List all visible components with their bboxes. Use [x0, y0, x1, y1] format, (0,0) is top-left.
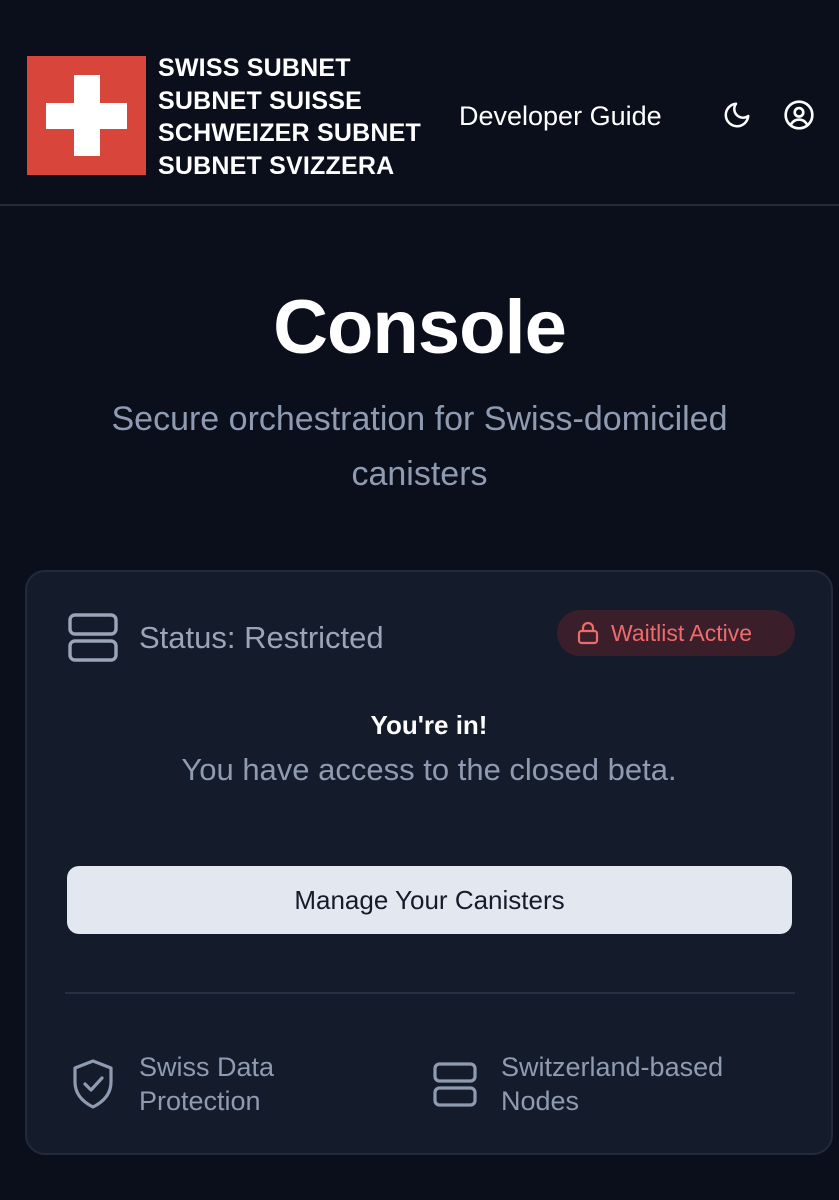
- feature-label-line: Switzerland-based: [501, 1052, 724, 1082]
- moon-icon: [724, 102, 750, 128]
- brand-name[interactable]: SWISS SUBNET SUBNET SUISSE SCHWEIZER SUB…: [158, 52, 448, 182]
- developer-guide-link[interactable]: Developer Guide: [459, 99, 662, 133]
- feature-label: Switzerland-based Nodes: [501, 1050, 781, 1118]
- access-headline: You're in!: [370, 710, 488, 740]
- waitlist-badge: Waitlist Active: [557, 610, 795, 656]
- brand-line-german: SCHWEIZER SUBNET: [158, 119, 421, 147]
- feature-label: Swiss Data Protection: [139, 1050, 419, 1118]
- status-card: Status: Restricted Waitlist Active You'r…: [25, 570, 833, 1155]
- feature-label-line: Swiss Data: [139, 1052, 275, 1082]
- flag-cross-vertical: [74, 75, 100, 156]
- page: SWISS SUBNET SUBNET SUISSE SCHWEIZER SUB…: [0, 0, 839, 1200]
- status-label: Status: Restricted: [139, 620, 384, 655]
- feature-label-line: Nodes: [501, 1086, 580, 1116]
- site-header: SWISS SUBNET SUBNET SUISSE SCHWEIZER SUB…: [0, 0, 839, 206]
- brand-line-french: SUBNET SUISSE: [158, 86, 363, 115]
- lock-icon: [577, 621, 599, 645]
- page-subtitle: Secure orchestration for Swiss-domiciled…: [111, 400, 728, 493]
- theme-toggle-button[interactable]: [720, 97, 754, 133]
- swiss-flag-logo[interactable]: [27, 56, 146, 175]
- feature-label-line: Protection: [139, 1086, 261, 1116]
- shield-check-icon: [73, 1059, 113, 1109]
- manage-canisters-button[interactable]: Manage Your Canisters: [67, 866, 792, 934]
- page-title: Console: [273, 285, 567, 370]
- account-button[interactable]: [782, 97, 816, 133]
- access-message: You have access to the closed beta.: [181, 752, 677, 787]
- brand-line-english: SWISS SUBNET: [158, 54, 351, 82]
- user-circle-icon: [784, 100, 814, 130]
- server-icon: [433, 1062, 477, 1107]
- server-icon: [68, 613, 118, 662]
- divider: [65, 992, 795, 994]
- waitlist-badge-label: Waitlist Active: [611, 619, 753, 646]
- brand-line-italian: SUBNET SVIZZERA: [158, 151, 395, 180]
